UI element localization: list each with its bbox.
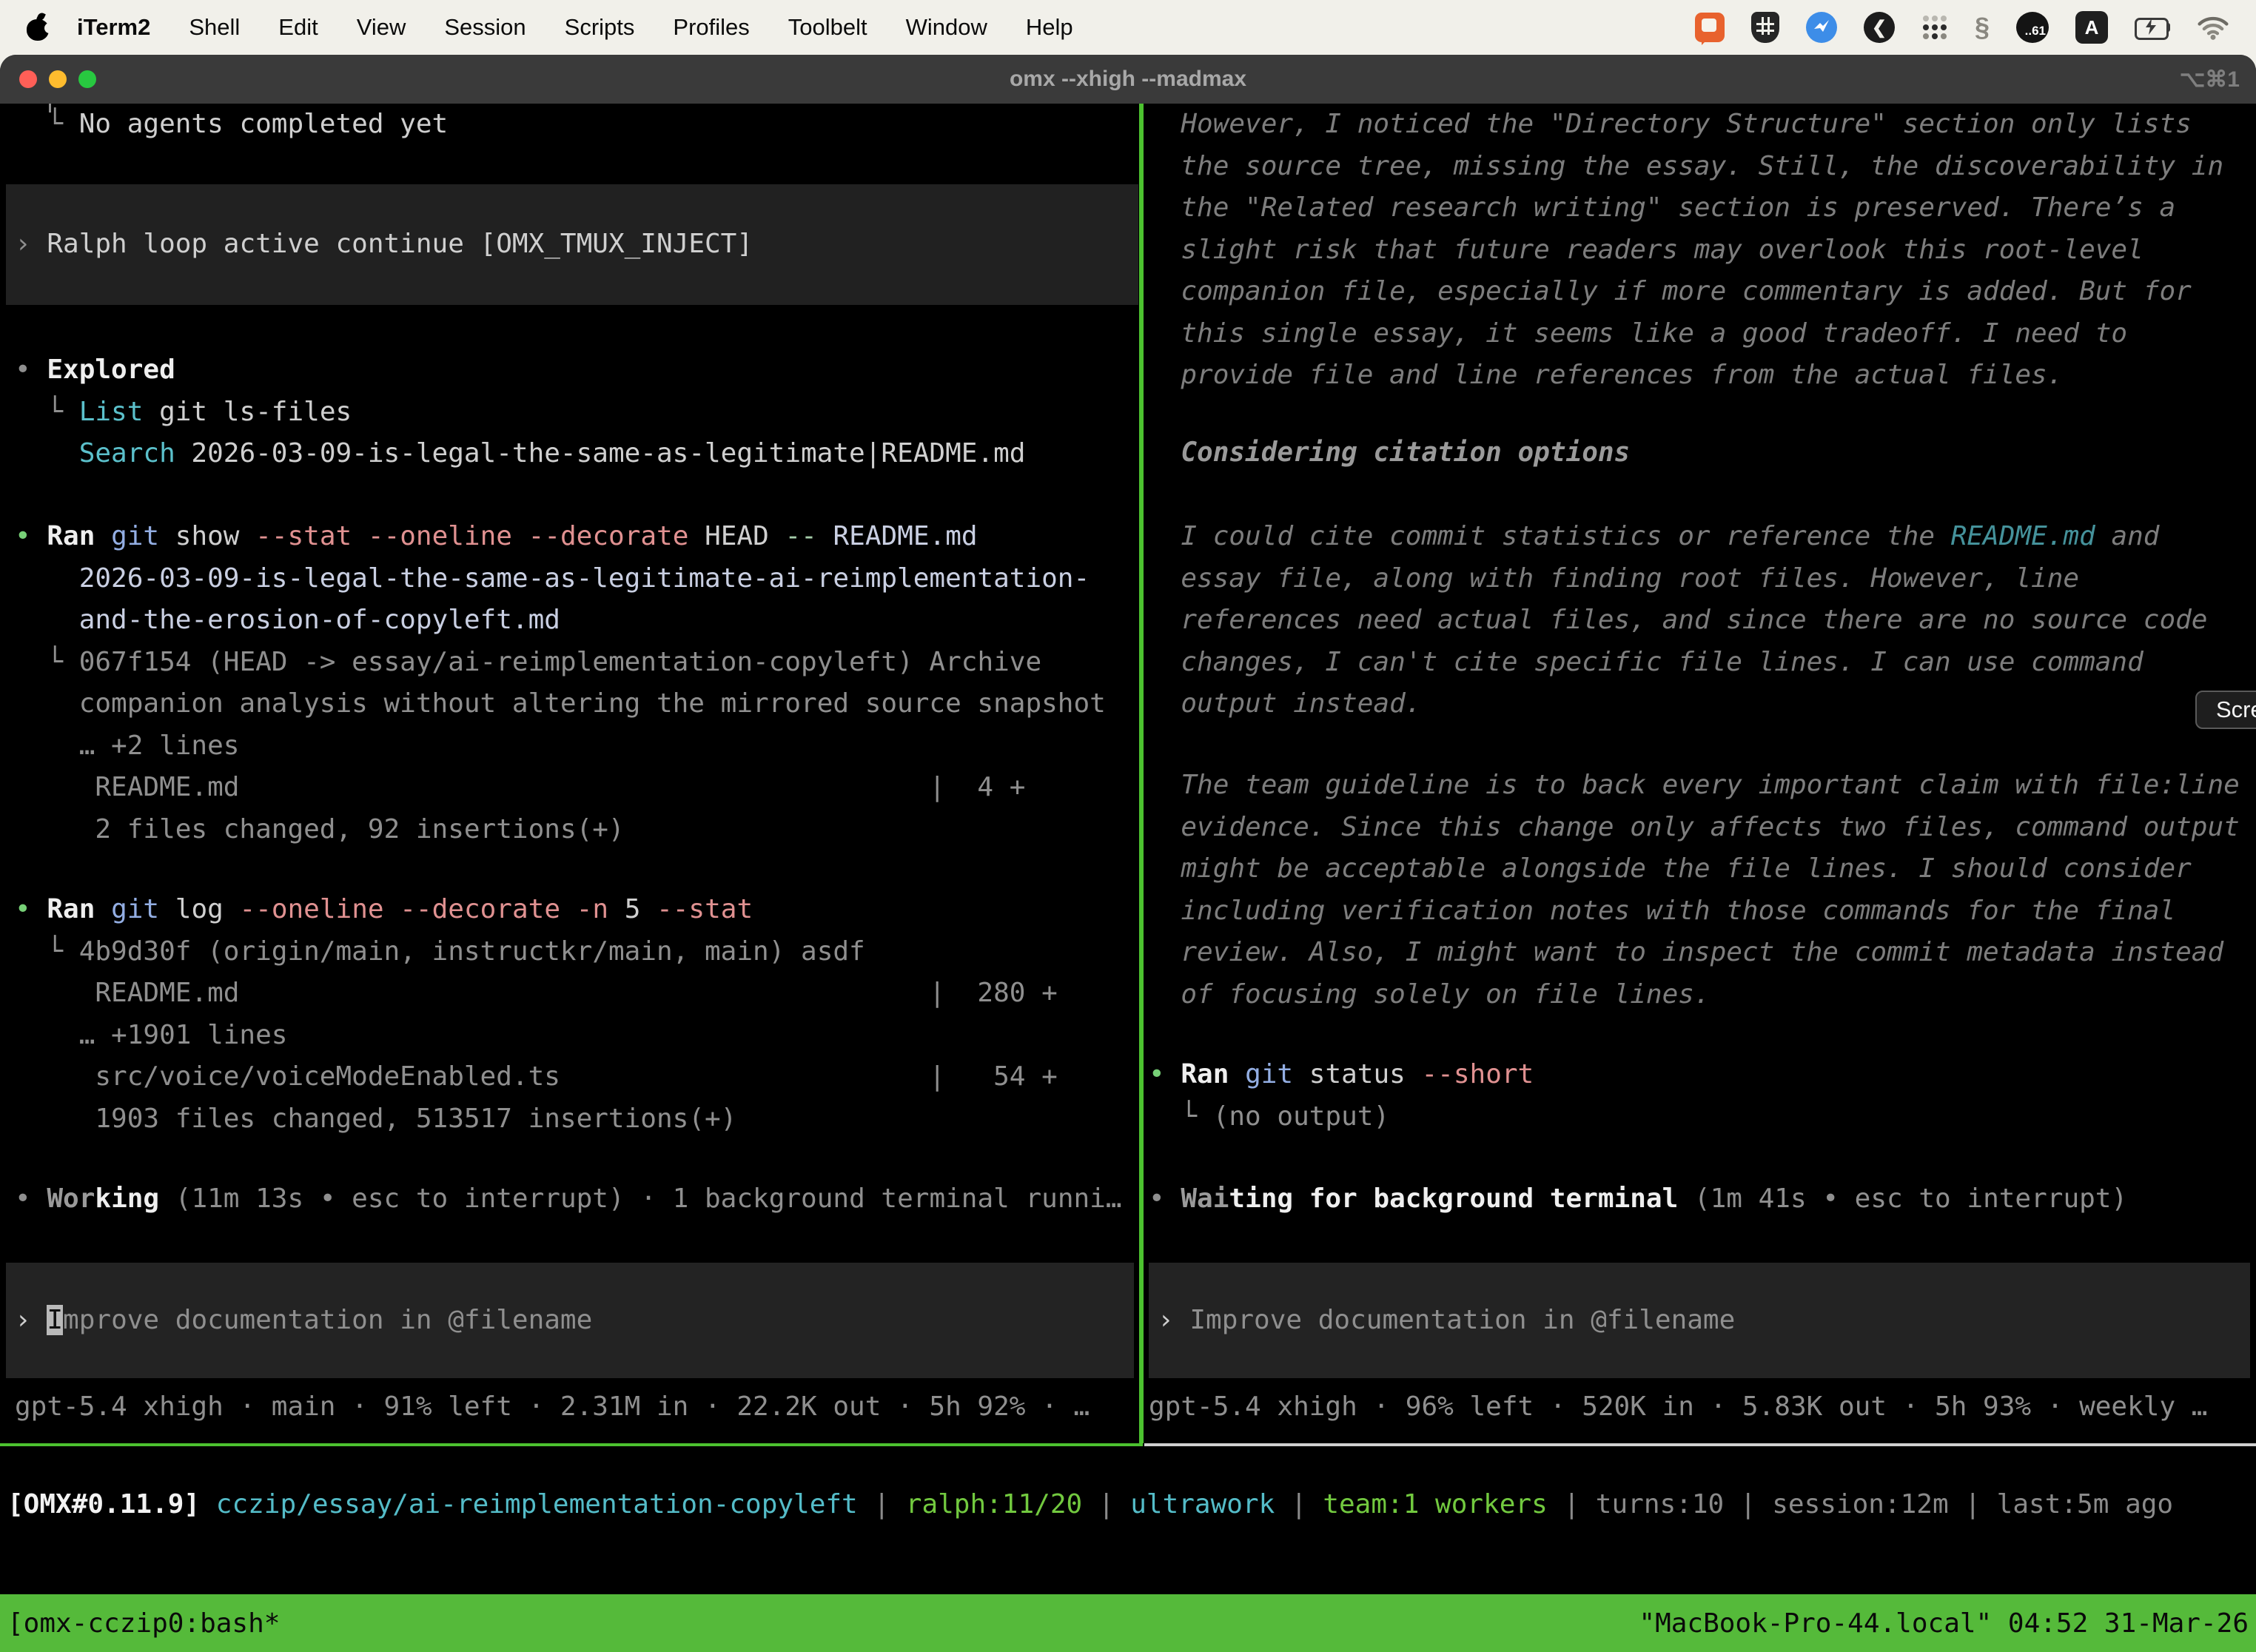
window-shortcut-badge: ⌥⌘1	[2180, 55, 2240, 104]
wifi-icon[interactable]	[2197, 16, 2229, 40]
git-show-command-block: • Ran git show --stat --oneline --decora…	[15, 516, 1106, 850]
terminal-right-pane[interactable]: However, I noticed the "Directory Struct…	[1144, 104, 2256, 1443]
chat-app-icon[interactable]	[1695, 13, 1725, 42]
reasoning-heading: Considering citation options	[1149, 432, 1630, 474]
apple-logo-bite	[44, 23, 55, 33]
reasoning-paragraph-3: The team guideline is to back every impo…	[1149, 765, 2240, 1015]
apple-menu-icon[interactable]	[27, 14, 49, 41]
pane-divider[interactable]	[1139, 104, 1144, 1443]
keyboard-a-icon[interactable]: A	[2075, 11, 2108, 44]
shield-grid-icon[interactable]	[1751, 12, 1779, 43]
menu-shell[interactable]: Shell	[189, 14, 240, 41]
prompt-input-left-text: › Improve documentation in @filename	[15, 1300, 592, 1342]
terminal-left-pane[interactable]: └ No agents completed yet › Ralph loop a…	[0, 104, 1138, 1443]
dark-mode-icon[interactable]: ❮	[1864, 12, 1895, 43]
tmux-session-label[interactable]: [omx-cczip0:bash*	[7, 1608, 280, 1639]
screen-overlay-button[interactable]: Scre	[2195, 691, 2256, 729]
reasoning-paragraph-1: However, I noticed the "Directory Struct…	[1149, 104, 2223, 397]
git-status-command-block: • Ran git status --short └ (no output)	[1149, 1054, 1534, 1138]
prompt-input-right[interactable]: › Improve documentation in @filename	[1149, 1263, 2250, 1378]
agents-note: └ No agents completed yet	[15, 104, 448, 146]
waiting-status-line: • Waiting for background terminal (1m 41…	[1149, 1178, 2127, 1220]
menu-profiles[interactable]: Profiles	[673, 14, 749, 41]
omx-status-bar: [OMX#0.11.9] cczip/essay/ai-reimplementa…	[7, 1484, 2256, 1526]
tmux-host-clock: "MacBook-Pro-44.local" 04:52 31-Mar-26	[1639, 1608, 2249, 1639]
model-status-right: gpt-5.4 xhigh · 96% left · 520K in · 5.8…	[1149, 1386, 2207, 1428]
working-status-line: • Working (11m 13s • esc to interrupt) ·…	[15, 1178, 1122, 1220]
key-icon[interactable]: §	[1975, 12, 1990, 43]
menu-view[interactable]: View	[357, 14, 406, 41]
menu-help[interactable]: Help	[1026, 14, 1073, 41]
menu-status-icons: ❮ § ..61 A	[1695, 11, 2229, 44]
prompt-input-right-text: › Improve documentation in @filename	[1158, 1300, 1735, 1342]
reasoning-paragraph-2: I could cite commit statistics or refere…	[1149, 516, 2207, 725]
menu-session[interactable]: Session	[444, 14, 526, 41]
messenger-icon[interactable]	[1806, 12, 1837, 43]
ralph-loop-banner-text: › Ralph loop active continue [OMX_TMUX_I…	[15, 224, 753, 266]
window-titlebar[interactable]: omx --xhigh --madmax ⌥⌘1	[0, 55, 2256, 104]
menu-app-name[interactable]: iTerm2	[77, 14, 150, 41]
right-pane-border	[1144, 1443, 2256, 1446]
tmux-status-bar: [omx-cczip0:bash* "MacBook-Pro-44.local"…	[0, 1594, 2256, 1652]
ralph-loop-banner: › Ralph loop active continue [OMX_TMUX_I…	[6, 184, 1138, 305]
terminal-area[interactable]: └ No agents completed yet › Ralph loop a…	[0, 104, 2256, 1652]
battery-nub	[2166, 23, 2170, 32]
macos-menu-bar: iTerm2 Shell Edit View Session Scripts P…	[0, 0, 2256, 55]
model-status-left: gpt-5.4 xhigh · main · 91% left · 2.31M …	[15, 1386, 1090, 1428]
menu-edit[interactable]: Edit	[278, 14, 318, 41]
battery-icon[interactable]	[2135, 18, 2170, 37]
left-pane-border	[0, 1443, 1143, 1446]
menu-window[interactable]: Window	[906, 14, 987, 41]
badge-61-icon[interactable]: ..61	[2016, 12, 2049, 43]
prompt-input-left[interactable]: › Improve documentation in @filename	[6, 1263, 1134, 1378]
window-title: omx --xhigh --madmax	[0, 55, 2256, 104]
menu-toolbelt[interactable]: Toolbelt	[788, 14, 867, 41]
battery-bolt	[2143, 19, 2158, 35]
menu-items: iTerm2 Shell Edit View Session Scripts P…	[77, 14, 1073, 41]
explored-section: • Explored └ List git ls-files Search 20…	[15, 349, 1025, 475]
iterm-window: omx --xhigh --madmax ⌥⌘1 └ No agents com…	[0, 55, 2256, 1652]
git-log-command-block: • Ran git log --oneline --decorate -n 5 …	[15, 889, 1058, 1140]
menu-scripts[interactable]: Scripts	[565, 14, 635, 41]
dots-grid-icon[interactable]	[1921, 14, 1948, 41]
